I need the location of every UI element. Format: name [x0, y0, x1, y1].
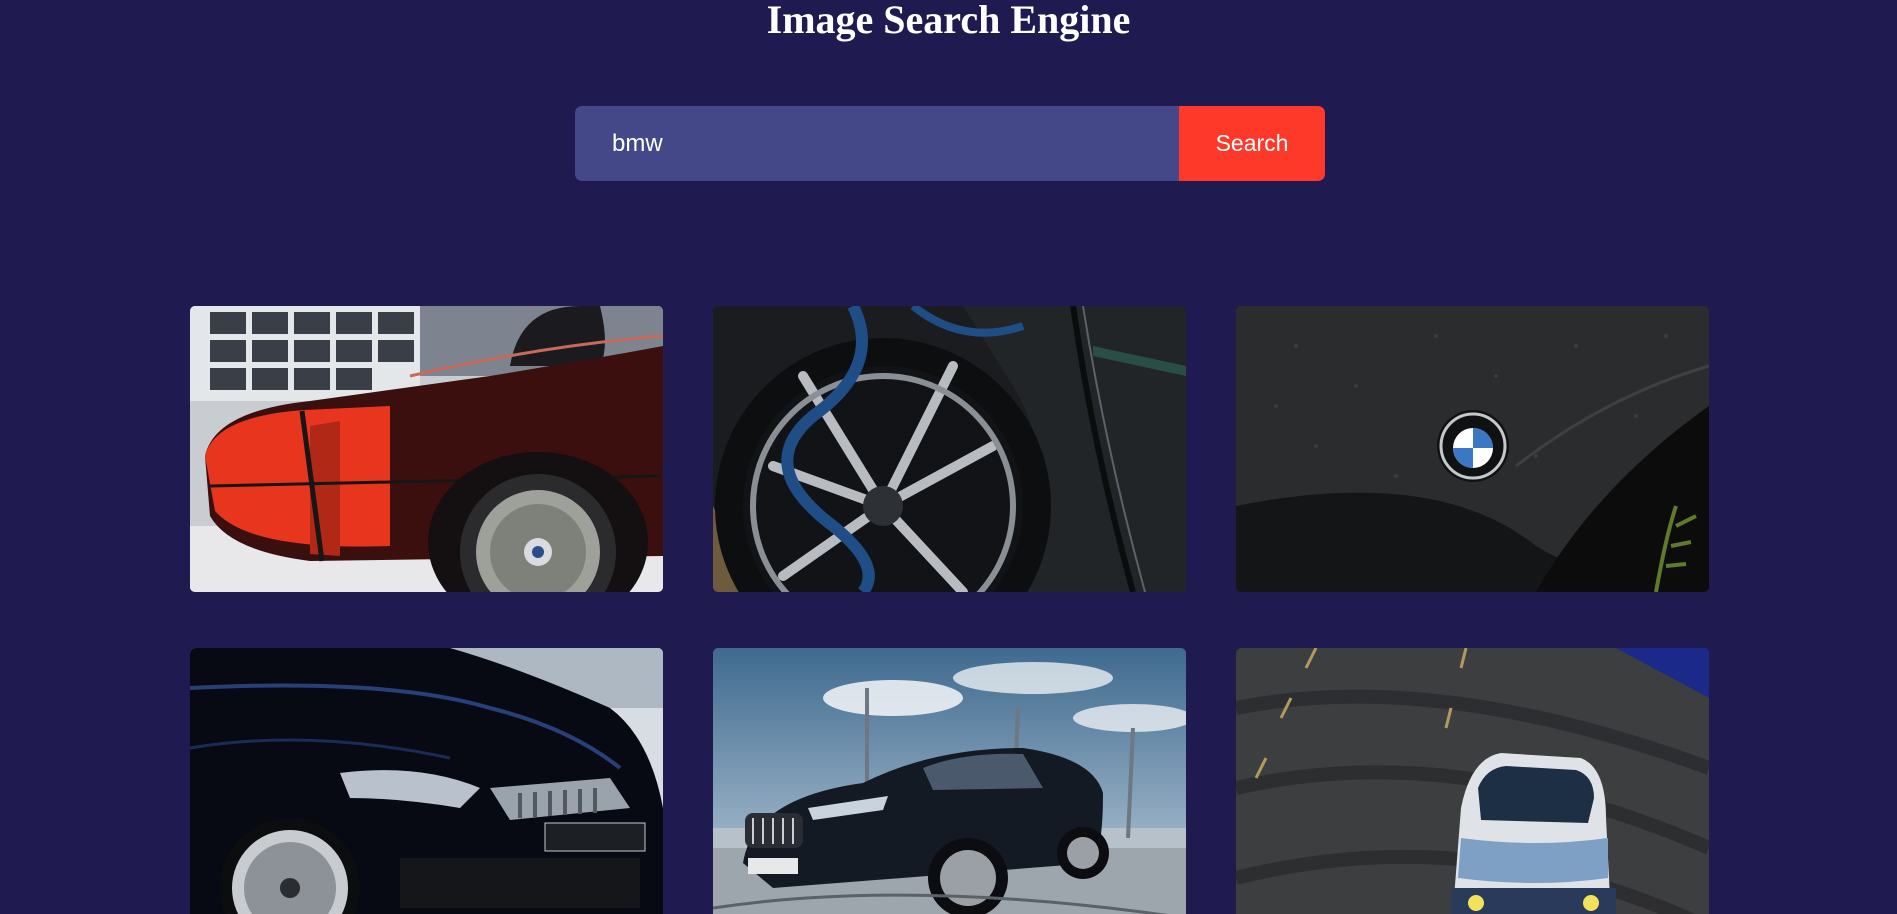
result-image-black-bmw-sedan[interactable]	[713, 648, 1186, 914]
search-form: Search	[575, 106, 1325, 181]
result-image-black-bmw-m4[interactable]	[190, 648, 663, 914]
black-bmw-sedan-photo	[713, 648, 1186, 914]
search-input[interactable]	[575, 106, 1179, 181]
bmw-emblem-photo	[1236, 306, 1709, 592]
charging-car-wheel-photo	[713, 306, 1186, 592]
result-image-red-classic-car[interactable]	[190, 306, 663, 592]
result-image-drifting-bmw[interactable]	[1236, 648, 1709, 914]
drifting-bmw-photo	[1236, 648, 1709, 914]
page-title: Image Search Engine	[766, 0, 1131, 42]
result-image-charging-wheel[interactable]	[713, 306, 1186, 592]
black-bmw-m4-photo	[190, 648, 663, 914]
result-image-bmw-emblem[interactable]	[1236, 306, 1709, 592]
search-button[interactable]: Search	[1179, 106, 1325, 181]
red-classic-car-photo	[190, 306, 663, 592]
